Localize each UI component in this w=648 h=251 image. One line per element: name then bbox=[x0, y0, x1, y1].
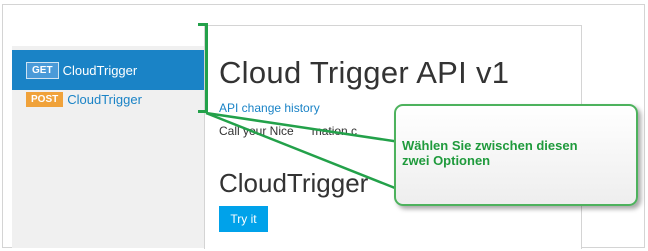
post-method-badge: POST bbox=[26, 91, 64, 107]
try-it-button[interactable]: Try it bbox=[219, 206, 268, 232]
annotation-bracket bbox=[198, 23, 208, 113]
sidebar-item-label: CloudTrigger bbox=[62, 62, 138, 78]
operations-sidebar: GET CloudTrigger POST CloudTrigger bbox=[12, 46, 204, 248]
description-text: Call your Nice bbox=[219, 124, 294, 138]
callout-text: Wählen Sie zwischen diesen zwei Optionen bbox=[402, 138, 632, 168]
description-text-tail: mation c bbox=[311, 124, 358, 138]
sidebar-item-post-cloudtrigger[interactable]: POST CloudTrigger bbox=[12, 84, 204, 114]
page-title: Cloud Trigger API v1 bbox=[219, 55, 510, 90]
annotation-callout: Wählen Sie zwischen diesen zwei Optionen bbox=[394, 104, 638, 206]
api-change-history-link[interactable]: API change history bbox=[219, 101, 320, 115]
sidebar-item-label: CloudTrigger bbox=[67, 91, 142, 107]
get-method-badge: GET bbox=[26, 61, 59, 79]
operation-title: CloudTrigger bbox=[219, 168, 369, 198]
callout-line-2: zwei Optionen bbox=[402, 153, 491, 168]
api-description: Call your Nice mation c bbox=[219, 124, 409, 138]
callout-line-1: Wählen Sie zwischen diesen bbox=[402, 138, 578, 153]
